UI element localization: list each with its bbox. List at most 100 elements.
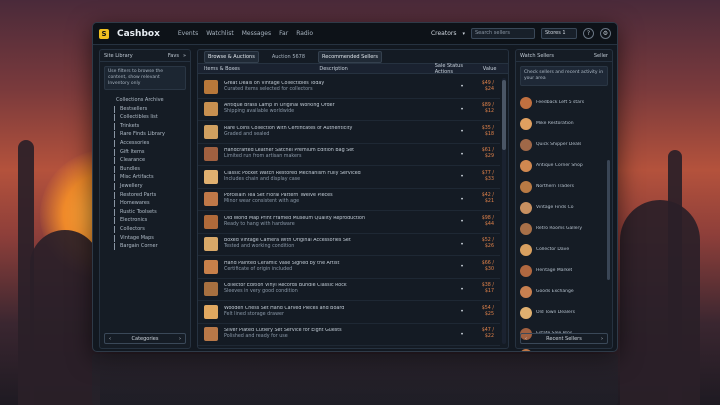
tree-item[interactable]: Bargain Corner [106,242,184,251]
avatar[interactable] [520,201,532,214]
more-icon[interactable]: • [458,263,466,270]
item-thumbnail[interactable] [204,169,218,184]
table-row[interactable]: Collector Edition Vinyl Records Bundle C… [198,279,500,301]
tree-item[interactable]: Gift Items [106,148,184,157]
settings-icon[interactable]: ⚙ [600,28,611,39]
table-row[interactable]: Boxed Vintage Camera With Original Acces… [198,234,500,256]
seller-list-item[interactable]: Feedback Left 5 stars [520,92,608,113]
column-value[interactable]: Value [483,66,502,72]
seller-list-item[interactable]: Northern Traders [520,176,608,197]
menu-item-far[interactable]: Far [279,30,288,37]
tree-item[interactable]: Collectibles list [106,113,184,122]
tree-root[interactable]: Collections Archive [106,96,184,105]
tab-auction[interactable]: Auction 5678 [269,52,308,62]
categories-button[interactable]: ‹ Categories › [104,333,186,344]
tab-browse[interactable]: Browse & Auctions [204,50,259,63]
avatar[interactable] [520,96,532,109]
tree-item[interactable]: Homewares [106,199,184,208]
menu-item-events[interactable]: Events [178,30,198,37]
tree-item[interactable]: Trinkets [106,122,184,131]
recent-sellers-button[interactable]: ‹ Recent Sellers › [520,333,608,344]
avatar[interactable] [520,306,532,319]
avatar[interactable] [520,348,532,351]
more-icon[interactable]: • [458,83,466,90]
tree-item[interactable]: Jewellery [106,182,184,191]
table-row[interactable]: Handcrafted Leather Satchel Premium Edit… [198,144,500,166]
more-icon[interactable]: • [458,286,466,293]
item-thumbnail[interactable] [204,147,218,162]
item-thumbnail[interactable] [204,327,218,342]
more-icon[interactable]: • [458,173,466,180]
seller-list-item[interactable]: Vintage Finds Co [520,197,608,218]
listing-scrollbar[interactable] [502,78,506,344]
more-icon[interactable]: • [458,128,466,135]
avatar[interactable] [520,138,532,151]
more-icon[interactable]: • [458,196,466,203]
item-thumbnail[interactable] [204,282,218,297]
search-input[interactable]: Search sellers [471,28,535,39]
avatar[interactable] [520,243,532,256]
more-icon[interactable]: • [458,331,466,338]
table-row[interactable]: Great Deals on Vintage Collectibles Toda… [198,76,500,99]
seller-list-item[interactable]: Antique Corner Shop [520,155,608,176]
avatar[interactable] [520,285,532,298]
item-thumbnail[interactable] [204,192,218,207]
more-icon[interactable]: • [458,218,466,225]
help-icon[interactable]: ? [583,28,594,39]
avatar[interactable] [520,117,532,130]
seller-list-item[interactable]: Heritage Market [520,260,608,281]
menu-item-messages[interactable]: Messages [242,30,271,37]
tree-item[interactable]: Electronics [106,216,184,225]
avatar[interactable] [520,180,532,193]
table-row[interactable]: Silver Plated Cutlery Set Service for Ei… [198,324,500,346]
tree-item[interactable]: Misc Artifacts [106,173,184,182]
chevron-right-icon[interactable]: » [183,53,186,59]
table-row[interactable]: Hand Painted Ceramic Vase Signed by the … [198,256,500,279]
menu-item-watchlist[interactable]: Watchlist [206,30,234,37]
table-row[interactable]: Old World Map Print Framed Museum Qualit… [198,211,500,234]
column-description[interactable]: Description [319,66,434,72]
item-thumbnail[interactable] [204,79,218,94]
tree-item[interactable]: Clearance [106,156,184,165]
favs-button[interactable]: Favs [168,53,179,59]
item-thumbnail[interactable] [204,304,218,319]
scrollbar-thumb[interactable] [502,80,506,150]
tree-item[interactable]: Collectors [106,225,184,234]
table-row[interactable]: Classic Pocket Watch Restored Mechanism … [198,166,500,189]
seller-list-item[interactable]: Retro Rooms Gallery [520,218,608,239]
table-row[interactable]: Rare Coins Collection with Certificates … [198,121,500,144]
creators-link[interactable]: Creators [431,30,457,37]
table-row[interactable]: Antique Brass Lamp in Original Working O… [198,99,500,121]
tree-item[interactable]: Accessories [106,139,184,148]
tree-item[interactable]: Restored Parts [106,191,184,200]
seller-button[interactable]: Seller [594,53,608,59]
seller-list-item[interactable]: Old Town Dealers [520,302,608,323]
seller-list-item[interactable]: Curio Cabinet [520,344,608,351]
store-select[interactable]: Stores 1 [541,28,577,39]
seller-list-item[interactable]: Goods Exchange [520,281,608,302]
tree-item[interactable]: Rare Finds Library [106,130,184,139]
item-thumbnail[interactable] [204,124,218,139]
item-thumbnail[interactable] [204,102,218,117]
menu-item-radio[interactable]: Radio [296,30,313,37]
column-items[interactable]: Items & Boxes [204,66,319,72]
tree-item[interactable]: Vintage Maps [106,234,184,243]
tab-recommended[interactable]: Recommended Sellers [318,50,382,63]
avatar[interactable] [520,222,532,235]
item-thumbnail[interactable] [204,214,218,229]
tree-item[interactable]: Bundles [106,165,184,174]
item-thumbnail[interactable] [204,237,218,252]
more-icon[interactable]: • [458,308,466,315]
more-icon[interactable]: • [458,151,466,158]
tree-item[interactable]: Bestsellers [106,105,184,114]
tree-item[interactable]: Rustic Toolsets [106,208,184,217]
more-icon[interactable]: • [458,106,466,113]
dropdown-icon[interactable]: ▾ [462,31,465,37]
table-row[interactable]: Wooden Chess Set Hand Carved Pieces and … [198,301,500,324]
seller-list-item[interactable]: Collector Dave [520,239,608,260]
seller-list-item[interactable]: Quick Shipper Deals [520,134,608,155]
avatar[interactable] [520,159,532,172]
column-status[interactable]: Sale Status Actions [435,63,483,75]
more-icon[interactable]: • [458,241,466,248]
seller-list-item[interactable]: Mike Restoration [520,113,608,134]
